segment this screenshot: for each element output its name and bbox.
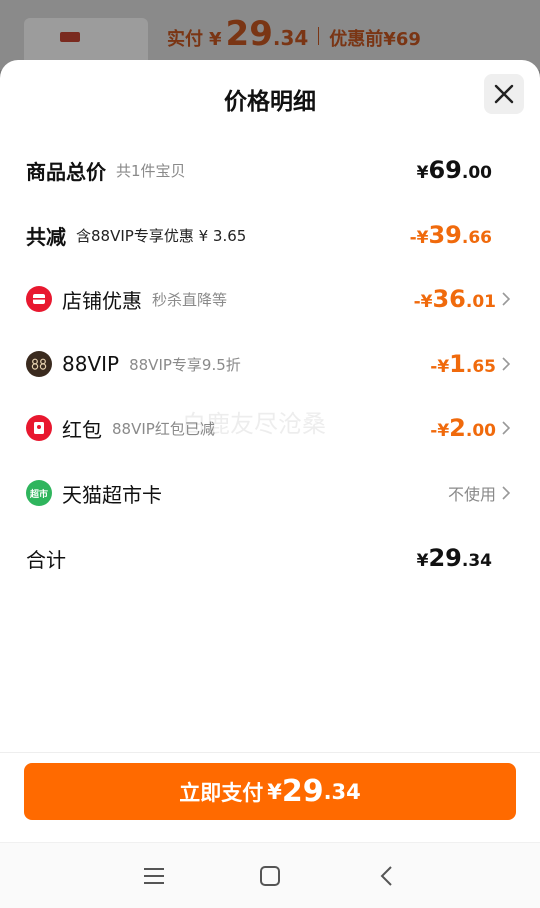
- row-88vip-discount[interactable]: 88VIP 88VIP专享9.5折 -¥ 1.65: [26, 344, 540, 384]
- row-amount: -¥ 2.00: [430, 414, 496, 442]
- divider: [0, 752, 540, 753]
- sheet-title: 价格明细: [224, 89, 316, 115]
- pay-button-amount: 29: [281, 774, 324, 809]
- tmall-supermarket-card-icon: 超市: [26, 480, 52, 506]
- card-usage-value: 不使用: [447, 485, 496, 504]
- 88vip-icon: [26, 351, 52, 377]
- red-packet-icon: [26, 415, 52, 441]
- row-store-discount[interactable]: 店铺优惠 秒杀直降等 -¥ 36.01: [26, 279, 540, 319]
- pay-button-label: 立即支付: [179, 780, 264, 805]
- chevron-right-icon: [502, 421, 510, 435]
- pay-now-button[interactable]: 立即支付 ¥ 29 .34: [24, 763, 516, 820]
- row-label: 合计: [26, 547, 66, 572]
- row-tmall-supermarket-card[interactable]: 超市 天猫超市卡 不使用: [26, 473, 540, 513]
- row-goods-total: 商品总价 共1件宝贝 ¥69.00: [26, 150, 540, 190]
- chevron-right-icon: [502, 486, 510, 500]
- chevron-right-icon: [502, 357, 510, 371]
- row-sub: 秒杀直降等: [152, 290, 228, 309]
- store-coupon-icon: [26, 286, 52, 312]
- row-amount: -¥ 1.65: [430, 350, 496, 378]
- row-amount: ¥29.34: [416, 544, 492, 572]
- row-label: 店铺优惠: [62, 288, 142, 313]
- row-label: 商品总价: [26, 159, 106, 184]
- back-icon: [380, 866, 392, 886]
- row-sub: 含88VIP专享优惠 ¥ 3.65: [76, 226, 247, 245]
- chevron-right-icon: [502, 292, 510, 306]
- price-detail-sheet: 价格明细 商品总价 共1件宝贝 ¥69.00 共减 含88VIP专享优惠 ¥ 3…: [0, 60, 540, 908]
- row-sub: 共1件宝贝: [116, 161, 186, 180]
- watermark: 白鹿友尽沧桑: [182, 410, 326, 438]
- row-label: 88VIP: [62, 352, 120, 376]
- close-button[interactable]: [484, 74, 524, 114]
- close-icon: [494, 84, 514, 104]
- menu-button[interactable]: [134, 859, 174, 893]
- original-price: ¥69: [383, 29, 421, 50]
- row-sub: 88VIP专享9.5折: [129, 355, 241, 374]
- home-button[interactable]: [250, 859, 290, 893]
- menu-icon: [144, 868, 164, 884]
- back-button[interactable]: [366, 859, 406, 893]
- paid-label: 实付: [167, 29, 203, 50]
- row-grand-total: 合计 ¥29.34: [26, 538, 540, 578]
- row-amount: -¥ 39.66: [409, 221, 492, 249]
- row-label: 天猫超市卡: [62, 482, 162, 507]
- row-total-discount: 共减 含88VIP专享优惠 ¥ 3.65 -¥ 39.66: [26, 215, 540, 255]
- row-amount: ¥69.00: [416, 156, 492, 184]
- row-label: 共减: [26, 224, 66, 249]
- row-amount: -¥ 36.01: [413, 285, 496, 313]
- row-label: 红包: [62, 417, 102, 442]
- system-navigation-bar: [0, 842, 540, 908]
- original-price-label: 优惠前: [329, 29, 384, 50]
- paid-amount: 29: [225, 14, 273, 54]
- background-price-summary: 实付 ¥ 29 .34 优惠前 ¥69: [167, 14, 421, 54]
- home-icon: [260, 866, 280, 886]
